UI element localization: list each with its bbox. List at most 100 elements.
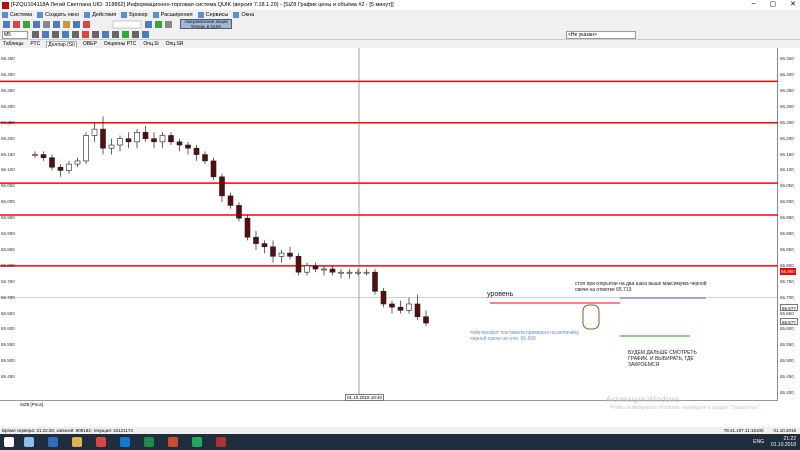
left-axis-tick: 65.700 <box>1 294 15 300</box>
server-time-status: Время сервера: 21:22:35; записей: 909184… <box>2 428 133 433</box>
candle-body <box>372 271 378 292</box>
menu-windows[interactable]: Окна <box>233 11 254 18</box>
menu-extensions[interactable]: Расширения <box>152 11 193 18</box>
system-tray: ENG 21:22 01.10.2018 <box>753 436 796 448</box>
tab-tables[interactable]: Таблицы <box>2 41 24 47</box>
left-axis-tick: 66.150 <box>1 151 15 157</box>
tab-rts[interactable]: РТС <box>29 41 41 47</box>
tab-si-options[interactable]: Опц.Si <box>142 41 159 47</box>
chrome-icon[interactable] <box>192 437 202 447</box>
menu-broker[interactable]: Брокер <box>121 11 148 18</box>
close-button[interactable]: ✕ <box>790 0 796 8</box>
level-label: уровень <box>487 291 514 298</box>
candle-body <box>287 252 293 257</box>
candle-body <box>270 246 276 257</box>
windows-icon <box>233 11 240 18</box>
right-axis-tick: 65.850 <box>780 246 794 252</box>
ad-banner[interactable]: Американские акции Теперь в QUIK <box>180 19 232 29</box>
start-button-icon[interactable] <box>4 437 14 447</box>
toolbar-icon-2 <box>13 21 20 28</box>
right-axis-tick: 66.150 <box>780 151 794 157</box>
language-indicator[interactable]: ENG <box>753 439 764 445</box>
chart-tool-icon-4 <box>62 31 69 38</box>
toolbar-icon-10 <box>145 21 152 28</box>
right-axis-tick: 65.900 <box>780 231 794 237</box>
left-axis-tick: 66.350 <box>1 87 15 93</box>
edge-icon[interactable] <box>120 437 130 447</box>
price-flag-2: 65.6?? <box>780 318 798 325</box>
left-axis-tick: 65.950 <box>1 215 15 221</box>
chart-tool-icon-9 <box>112 31 119 38</box>
timeframe-select[interactable]: M5 <box>2 31 28 39</box>
extensions-icon <box>152 11 159 18</box>
tabs-bar: Таблицы РТС Доллар (Si) ОВЕР Опционы РТС… <box>0 40 800 48</box>
right-axis-tick: 65.700 <box>780 294 794 300</box>
candle-body <box>261 243 268 248</box>
tab-rts-options[interactable]: Опционы РТС <box>103 41 138 47</box>
candle-body <box>355 271 361 274</box>
candle-body <box>210 160 217 178</box>
chart-canvas[interactable] <box>0 48 778 400</box>
menu-label: Сервисы <box>205 11 229 18</box>
left-axis-tick: 66.300 <box>1 103 15 109</box>
excel-icon[interactable] <box>144 437 154 447</box>
candle-body <box>32 154 38 156</box>
crosshair-time-flag: 01.10.2018 18:45 <box>345 394 385 401</box>
right-axis-tick: 66.450 <box>780 56 794 62</box>
menu-actions[interactable]: Действия <box>84 11 116 18</box>
toolbar-icon-7 <box>63 21 70 28</box>
services-icon <box>197 11 204 18</box>
status-date: 01.10.2018 <box>773 428 796 433</box>
candle-body <box>338 271 344 274</box>
left-axis-tick: 66.400 <box>1 72 15 78</box>
toolbar-search-box <box>112 20 142 29</box>
price-chart[interactable]: 66.450 66.400 66.350 66.300 66.250 66.200 66.1… <box>0 48 778 400</box>
tab-sr-options[interactable]: Опц.SR <box>165 41 185 47</box>
account-select[interactable]: <Не указан> <box>566 31 636 39</box>
status-right: 78.41.197.11:15100 01.10.2018 <box>724 427 796 434</box>
right-axis-tick: 66.400 <box>780 72 794 78</box>
right-axis-tick: 66.300 <box>780 103 794 109</box>
right-axis-tick: 65.950 <box>780 215 794 221</box>
candle-body <box>397 306 404 311</box>
chart-tool-icons <box>32 31 149 38</box>
right-axis-tick: 66.100 <box>780 167 794 173</box>
tab-dollar-si[interactable]: Доллар (Si) <box>46 40 77 48</box>
powerpoint-icon[interactable] <box>168 437 178 447</box>
candle-body <box>202 154 208 162</box>
browser-icon[interactable] <box>96 437 106 447</box>
left-axis-tick: 66.250 <box>1 119 15 125</box>
chart-tool-icon-10 <box>122 31 129 38</box>
explorer-icon[interactable] <box>48 437 58 447</box>
series-label: SiZ8 [Price] <box>20 402 44 407</box>
main-toolbar <box>0 19 800 30</box>
left-axis-tick: 66.200 <box>1 135 15 141</box>
toolbar-icons <box>3 20 172 29</box>
chart-tool-icon-2 <box>42 31 49 38</box>
candle-body <box>151 138 157 143</box>
search-icon[interactable] <box>24 437 34 447</box>
toolbar-icon-1 <box>3 21 10 28</box>
minimize-button[interactable]: – <box>752 0 756 8</box>
candle-body <box>219 176 225 197</box>
actions-icon <box>84 11 91 18</box>
candle-body <box>57 166 64 171</box>
candle-body <box>185 144 191 149</box>
menu-create-window[interactable]: Создать окно <box>37 11 79 18</box>
title-bar: [FZQU104118A Легий Светлана UID: 318862]… <box>0 0 800 10</box>
quik-taskbar-icon[interactable] <box>216 437 226 447</box>
menu-services[interactable]: Сервисы <box>197 11 229 18</box>
menu-system[interactable]: Система <box>2 11 32 18</box>
tab-over[interactable]: ОВЕР <box>82 41 98 47</box>
candle-body <box>227 195 234 206</box>
left-axis-tick: 65.850 <box>1 246 15 252</box>
right-axis-tick: 65.450 <box>780 374 794 380</box>
candle-body <box>414 303 421 317</box>
right-axis-tick: 66.350 <box>780 87 794 93</box>
candle-body <box>74 160 81 165</box>
candle-body <box>91 128 98 136</box>
maximize-button[interactable]: ▢ <box>770 0 777 8</box>
folder-icon[interactable] <box>72 437 82 447</box>
candle-body <box>278 252 285 257</box>
candle-body <box>363 271 370 274</box>
